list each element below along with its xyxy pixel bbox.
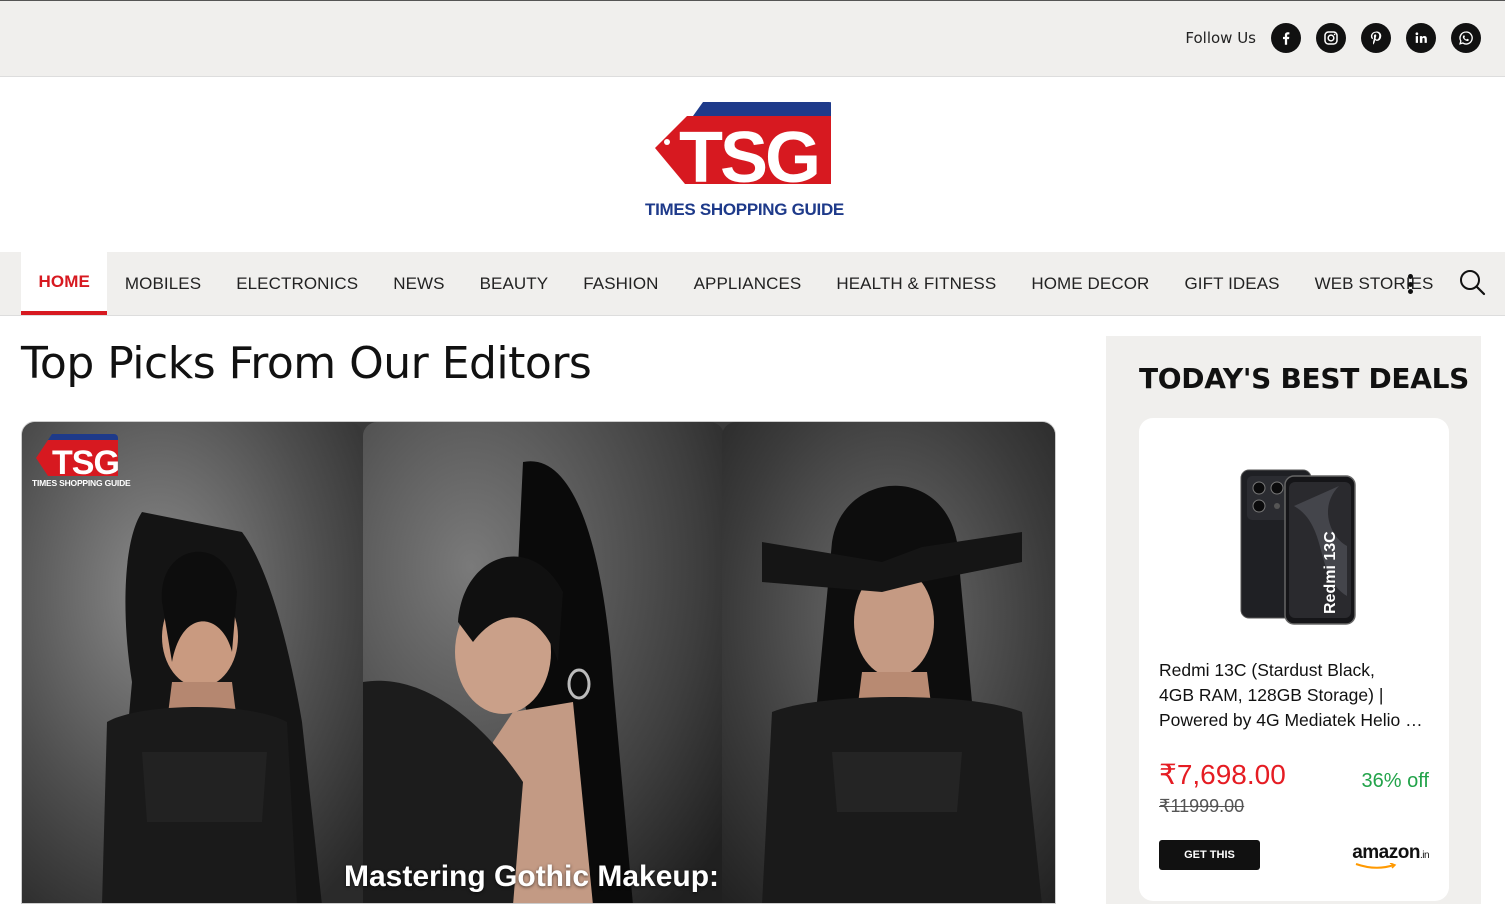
nav-item-mobiles[interactable]: MOBILES xyxy=(107,252,218,315)
nav-items: HOME MOBILES ELECTRONICS NEWS BEAUTY FAS… xyxy=(21,252,1451,315)
social-links xyxy=(1271,23,1481,53)
story-image: TSG TIMES SHOPPING GUIDE xyxy=(22,422,363,903)
nav-item-home-decor[interactable]: HOME DECOR xyxy=(1014,252,1167,315)
story-image xyxy=(363,422,724,903)
logo-letters: TSG xyxy=(679,118,818,184)
deal-card[interactable]: Redmi 13C Redmi 13C (Stardust Black, 4GB… xyxy=(1139,418,1449,901)
facebook-icon[interactable] xyxy=(1271,23,1301,53)
product-image[interactable]: Redmi 13C xyxy=(1239,466,1359,626)
story-image xyxy=(722,422,1055,903)
logo-tag-icon: TSG xyxy=(655,102,831,184)
story-logo-tagline: TIMES SHOPPING GUIDE xyxy=(32,478,131,488)
pinterest-icon[interactable] xyxy=(1361,23,1391,53)
product-price: ₹7,698.00 xyxy=(1159,759,1286,790)
web-story-card[interactable]: TSG TIMES SHOPPING GUIDE Mastering Gothi… xyxy=(21,421,1056,904)
nav-item-fashion[interactable]: FASHION xyxy=(566,252,676,315)
story-headline[interactable]: Mastering Gothic Makeup: xyxy=(344,860,719,894)
nav-item-beauty[interactable]: BEAUTY xyxy=(462,252,566,315)
product-name-line: Powered by 4G Mediatek Helio G85 xyxy=(1159,710,1431,730)
nav-item-home[interactable]: HOME xyxy=(21,252,108,315)
nav-item-news[interactable]: NEWS xyxy=(376,252,462,315)
nav-item-electronics[interactable]: ELECTRONICS xyxy=(219,252,376,315)
discount-badge: 36% off xyxy=(1361,770,1429,792)
instagram-icon[interactable] xyxy=(1316,23,1346,53)
nav-item-appliances[interactable]: APPLIANCES xyxy=(676,252,819,315)
get-this-button[interactable]: GET THIS xyxy=(1159,840,1260,870)
best-deals-sidebar: TODAY'S BEST DEALS Redmi 13C Redmi 13C (… xyxy=(1106,336,1481,904)
sidebar-title: TODAY'S BEST DEALS xyxy=(1139,362,1470,395)
product-name-line: Redmi 13C (Stardust Black, xyxy=(1159,660,1375,680)
search-icon[interactable] xyxy=(1458,268,1486,296)
story-logo-letters: TSG xyxy=(52,444,119,482)
nav-item-health-fitness[interactable]: HEALTH & FITNESS xyxy=(819,252,1014,315)
main-nav: HOME MOBILES ELECTRONICS NEWS BEAUTY FAS… xyxy=(0,252,1505,316)
product-name-line: 4GB RAM, 128GB Storage) | xyxy=(1159,685,1384,705)
store-suffix: .in xyxy=(1419,850,1430,861)
phone-brand-label: Redmi 13C xyxy=(1322,531,1339,614)
logo-tagline: TIMES SHOPPING GUIDE xyxy=(645,200,844,219)
site-logo[interactable]: TSG TIMES SHOPPING GUIDE xyxy=(645,100,860,225)
section-title: Top Picks From Our Editors xyxy=(21,338,592,389)
product-name[interactable]: Redmi 13C (Stardust Black, 4GB RAM, 128G… xyxy=(1159,658,1431,733)
follow-us-label: Follow Us xyxy=(1185,29,1256,47)
nav-item-gift-ideas[interactable]: GIFT IDEAS xyxy=(1167,252,1297,315)
store-name: amazon xyxy=(1352,842,1420,863)
linkedin-icon[interactable] xyxy=(1406,23,1436,53)
top-bar: Follow Us xyxy=(0,0,1505,77)
product-mrp: ₹11999.00 xyxy=(1159,796,1245,816)
whatsapp-icon[interactable] xyxy=(1451,23,1481,53)
more-menu-icon[interactable] xyxy=(1404,272,1416,296)
store-logo: amazon.in xyxy=(1352,842,1430,869)
nav-item-web-stories[interactable]: WEB STORIES xyxy=(1297,252,1451,315)
amazon-smile-icon xyxy=(1355,863,1397,869)
